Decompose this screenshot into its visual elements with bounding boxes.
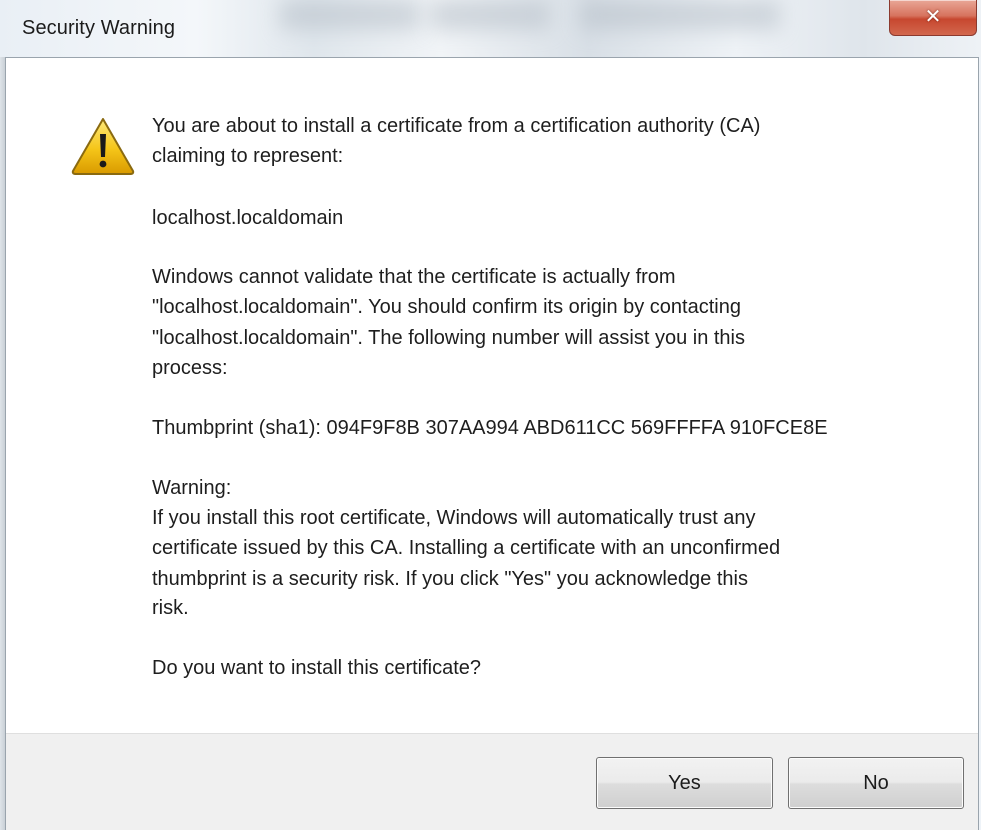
message-line: certificate issued by this CA. Installin… — [152, 537, 781, 559]
message-line: "localhost.localdomain". You should conf… — [152, 296, 741, 318]
warning-triangle-icon — [71, 118, 135, 175]
message-line: If you install this root certificate, Wi… — [152, 507, 756, 529]
titlebar-backdrop — [430, 0, 550, 30]
thumbprint: Thumbprint (sha1): 094F9F8B 307AA994 ABD… — [152, 417, 828, 439]
message-line: "localhost.localdomain". The following n… — [152, 327, 745, 349]
no-button[interactable]: No — [788, 757, 964, 809]
message-line: claiming to represent: — [152, 145, 344, 167]
message-line: Windows cannot validate that the certifi… — [152, 266, 676, 288]
message-line: risk. — [152, 597, 189, 619]
button-bar: Yes No — [6, 733, 978, 830]
close-button[interactable]: ✕ — [889, 0, 977, 36]
yes-button[interactable]: Yes — [596, 757, 773, 809]
warning-heading: Warning: — [152, 477, 232, 499]
window-title: Security Warning — [22, 17, 176, 39]
message-line: You are about to install a certificate f… — [152, 115, 761, 137]
dialog-body: You are about to install a certificate f… — [5, 57, 979, 830]
message-line: thumbprint is a security risk. If you cl… — [152, 568, 748, 590]
titlebar-backdrop — [280, 0, 420, 30]
close-icon: ✕ — [924, 6, 942, 28]
security-warning-dialog: Security Warning ✕ You are about to inst… — [0, 0, 981, 836]
message-line: process: — [152, 357, 228, 379]
question-text: Do you want to install this certificate? — [152, 657, 482, 679]
titlebar-backdrop — [580, 0, 780, 30]
window-bottom-edge — [0, 830, 981, 836]
message-area: You are about to install a certificate f… — [6, 58, 978, 733]
title-bar[interactable]: Security Warning ✕ — [0, 0, 981, 57]
host-name: localhost.localdomain — [152, 207, 344, 229]
